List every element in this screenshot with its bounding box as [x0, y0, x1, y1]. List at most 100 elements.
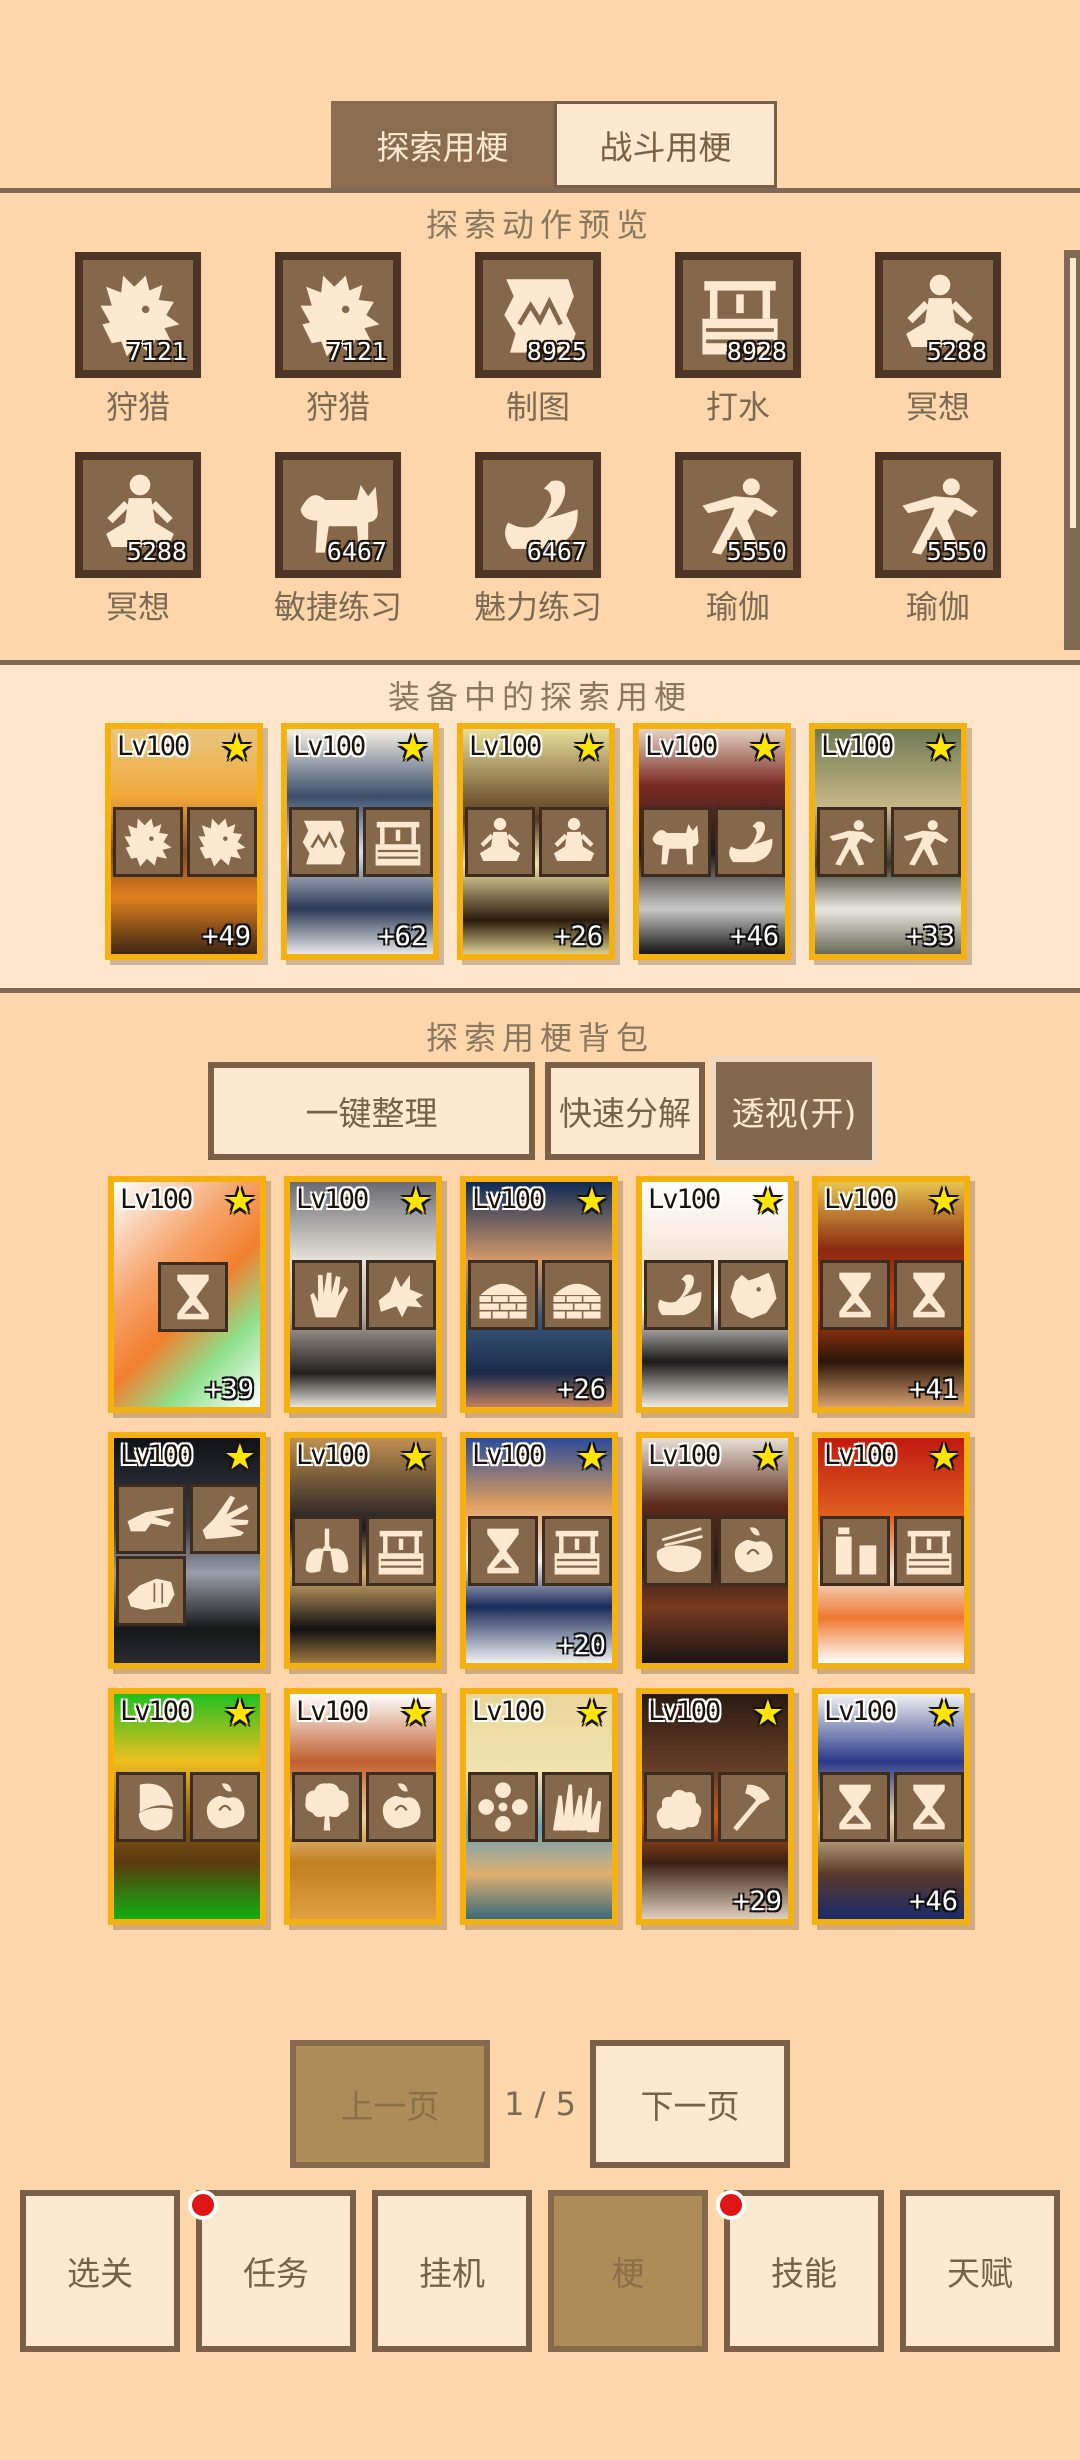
action-label: 瑜伽: [905, 588, 970, 626]
prev-page-button[interactable]: 上一页: [290, 2040, 490, 2168]
tab-explore[interactable]: 探索用梗: [331, 101, 554, 188]
meme-card[interactable]: Lv100 ★: [284, 1432, 442, 1669]
card-skill-tile: [644, 1516, 714, 1586]
action-item[interactable]: 5288 冥想: [75, 452, 201, 626]
action-item[interactable]: 5550 瑜伽: [675, 452, 801, 626]
meme-card[interactable]: Lv100 ★ +41: [812, 1176, 970, 1413]
action-label: 冥想: [105, 588, 170, 626]
card-skill-tile: [644, 1772, 714, 1842]
star-icon: ★: [220, 728, 253, 769]
star-icon: ★: [223, 1437, 256, 1478]
card-skill-tile: [468, 1260, 538, 1330]
nav-talents-button[interactable]: 天赋: [900, 2190, 1060, 2352]
meme-card[interactable]: Lv100 ★ +62: [281, 723, 439, 960]
meme-card[interactable]: Lv100 ★ +33: [809, 723, 967, 960]
card-level: Lv100: [296, 1696, 369, 1727]
card-level: Lv100: [117, 731, 190, 762]
meme-card[interactable]: Lv100 ★ +26: [457, 723, 615, 960]
meme-card[interactable]: Lv100 ★: [460, 1688, 618, 1925]
meme-card[interactable]: Lv100 ★: [284, 1176, 442, 1413]
meme-card[interactable]: Lv100 ★ +20: [460, 1432, 618, 1669]
star-icon: ★: [396, 728, 429, 769]
action-item[interactable]: 6467 敏捷练习: [274, 452, 402, 626]
star-icon: ★: [575, 1437, 608, 1478]
card-level: Lv100: [648, 1184, 721, 1215]
meme-card[interactable]: Lv100 ★: [812, 1432, 970, 1669]
card-skill-tile: [894, 1516, 964, 1586]
nav-idle-button[interactable]: 挂机: [372, 2190, 532, 2352]
star-icon: ★: [927, 1693, 960, 1734]
preview-scrollbar-thumb[interactable]: [1070, 258, 1076, 528]
action-item[interactable]: 5550 瑜伽: [875, 452, 1001, 626]
action-item[interactable]: 8925 制图: [475, 252, 601, 426]
divider: [0, 988, 1080, 993]
card-skill-tile: [542, 1516, 612, 1586]
card-level: Lv100: [469, 731, 542, 762]
action-item[interactable]: 5288 冥想: [875, 252, 1001, 426]
star-icon: ★: [399, 1693, 432, 1734]
action-count: 6467: [526, 537, 587, 566]
action-label: 瑜伽: [705, 588, 770, 626]
tab-battle[interactable]: 战斗用梗: [554, 101, 777, 188]
card-skill-tile: [715, 807, 785, 877]
notification-dot: [188, 2190, 218, 2220]
notification-dot: [716, 2190, 746, 2220]
meme-card[interactable]: Lv100 ★: [636, 1432, 794, 1669]
action-label: 狩猎: [305, 388, 370, 426]
action-label: 制图: [505, 388, 570, 426]
card-skill-tile: [366, 1772, 436, 1842]
nav-memes-button[interactable]: 梗: [548, 2190, 708, 2352]
card-skill-tile: [539, 807, 609, 877]
meme-card[interactable]: Lv100 ★ +39: [108, 1176, 266, 1413]
card-bonus: +41: [909, 1374, 958, 1405]
action-icon-box: 7121: [275, 252, 401, 378]
page-indicator: 1 / 5: [504, 2085, 576, 2123]
card-skill-tile: [718, 1516, 788, 1586]
star-icon: ★: [399, 1437, 432, 1478]
card-skill-tile: [820, 1260, 890, 1330]
action-icon-box: 8925: [475, 252, 601, 378]
action-item[interactable]: 7121 狩猎: [275, 252, 401, 426]
meme-card[interactable]: Lv100 ★ +46: [812, 1688, 970, 1925]
action-icon-box: 7121: [75, 252, 201, 378]
card-level: Lv100: [296, 1184, 369, 1215]
xray-toggle-button[interactable]: 透视(开): [710, 1056, 878, 1166]
card-bonus: +29: [733, 1886, 782, 1917]
card-level: Lv100: [296, 1440, 369, 1471]
star-icon: ★: [572, 728, 605, 769]
nav-quests-button[interactable]: 任务: [196, 2190, 356, 2352]
meme-card[interactable]: Lv100 ★: [284, 1688, 442, 1925]
next-page-button[interactable]: 下一页: [590, 2040, 790, 2168]
card-level: Lv100: [821, 731, 894, 762]
action-item[interactable]: 6467 魅力练习: [474, 452, 602, 626]
section-title-preview: 探索动作预览: [425, 206, 654, 244]
card-level: Lv100: [120, 1696, 193, 1727]
card-level: Lv100: [824, 1184, 897, 1215]
action-icon-box: 5288: [75, 452, 201, 578]
meme-card[interactable]: Lv100 ★: [636, 1176, 794, 1413]
meme-card[interactable]: Lv100 ★ +26: [460, 1176, 618, 1413]
section-title-bag: 探索用梗背包: [425, 1019, 654, 1057]
meme-card[interactable]: Lv100 ★: [108, 1688, 266, 1925]
action-item[interactable]: 7121 狩猎: [75, 252, 201, 426]
action-icon-box: 8928: [675, 252, 801, 378]
quick-decompose-button[interactable]: 快速分解: [545, 1062, 705, 1160]
nav-stage-select-button[interactable]: 选关: [20, 2190, 180, 2352]
action-count: 7121: [326, 337, 387, 366]
action-icon-box: 6467: [275, 452, 401, 578]
action-item[interactable]: 8928 打水: [675, 252, 801, 426]
card-skill-tile: [817, 807, 887, 877]
card-skill-tile: [366, 1260, 436, 1330]
meme-card[interactable]: Lv100 ★: [108, 1432, 266, 1669]
card-skill-tile: [158, 1262, 228, 1332]
card-bonus: +26: [557, 1374, 606, 1405]
card-level: Lv100: [824, 1440, 897, 1471]
meme-card[interactable]: Lv100 ★ +49: [105, 723, 263, 960]
meme-card[interactable]: Lv100 ★ +29: [636, 1688, 794, 1925]
card-skill-tile: [187, 807, 257, 877]
action-icon-box: 6467: [475, 452, 601, 578]
meme-card[interactable]: Lv100 ★ +46: [633, 723, 791, 960]
nav-skills-button[interactable]: 技能: [724, 2190, 884, 2352]
card-skill-tile: [366, 1516, 436, 1586]
sort-button[interactable]: 一键整理: [208, 1062, 535, 1160]
